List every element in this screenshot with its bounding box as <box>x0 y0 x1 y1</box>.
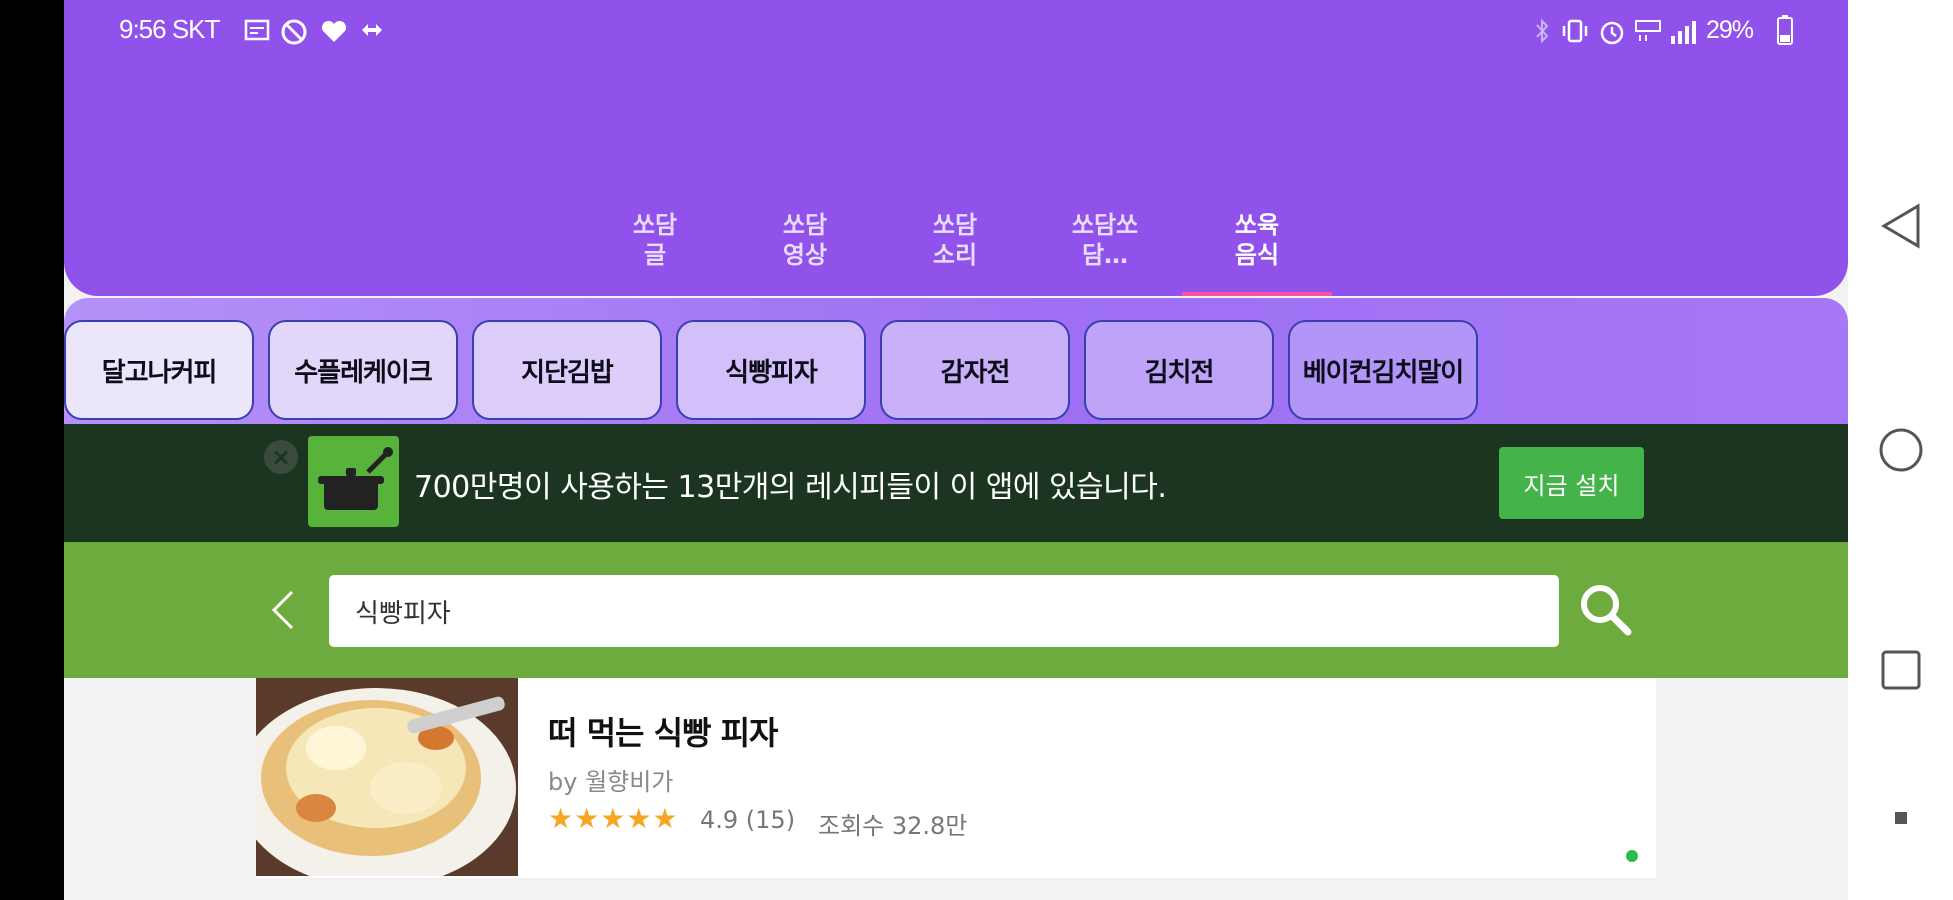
promo-text: 700만명이 사용하는 13만개의 레시피들이 이 앱에 있습니다. <box>414 470 1167 505</box>
tab-label: 쏘담 영상 <box>782 211 828 269</box>
tab-label: 쏘담쏘 담… <box>1071 211 1139 269</box>
chip-label: 베이컨김치말이 <box>1302 357 1464 388</box>
no-disturb-icon <box>281 19 307 45</box>
chip-potato-pancake[interactable]: 감자전 <box>880 320 1070 420</box>
sync-icon <box>362 24 382 36</box>
tab-label: 쏘육 음식 <box>1234 211 1280 269</box>
chip-toast-pizza[interactable]: 식빵피자 <box>676 320 866 420</box>
search-bar <box>64 542 1848 678</box>
tab-ssodam-text[interactable]: 쏘담 글 <box>600 210 710 282</box>
app-screen: 9:56 SKT 29% 쏘담 글 쏘담 영상 쏘담 소리 쏘담쏘 담… 쏘육 … <box>64 0 1848 900</box>
chip-label: 식빵피자 <box>725 357 818 388</box>
recipe-title: 떠 먹는 식빵 피자 <box>548 714 779 752</box>
chip-bacon-kimchi-roll[interactable]: 베이컨김치말이 <box>1288 320 1478 420</box>
battery-icon <box>1777 15 1793 45</box>
tab-ssoyuk-food[interactable]: 쏘육 음식 <box>1202 210 1312 282</box>
install-now-button[interactable]: 지금 설치 <box>1499 447 1644 519</box>
search-icon[interactable] <box>1574 578 1636 640</box>
chip-label: 지단김밥 <box>521 357 614 388</box>
recipe-result-card[interactable]: 떠 먹는 식빵 피자 by 월향비가 ★★★★★ 4.9 (15) 조회수 32… <box>256 678 1656 878</box>
chip-label: 수플레케이크 <box>294 357 433 388</box>
recipe-app-logo <box>308 436 399 527</box>
nav-extra-button[interactable] <box>1848 800 1953 836</box>
status-bar: 9:56 SKT 29% <box>64 0 1848 64</box>
search-input[interactable] <box>329 575 1559 647</box>
message-icon <box>244 19 270 41</box>
tab-ssodam-more[interactable]: 쏘담쏘 담… <box>1050 210 1160 282</box>
tab-ssodam-sound[interactable]: 쏘담 소리 <box>900 210 1010 282</box>
android-navigation-bar <box>1848 0 1953 900</box>
signal-icon <box>1671 21 1696 44</box>
recipe-author: by 월향비가 <box>548 768 674 796</box>
star-rating-icon: ★★★★★ <box>548 802 679 835</box>
app-header: 9:56 SKT 29% 쏘담 글 쏘담 영상 쏘담 소리 쏘담쏘 담… 쏘육 … <box>64 0 1848 296</box>
chip-jidan-gimbap[interactable]: 지단김밥 <box>472 320 662 420</box>
nav-recent-apps-button[interactable] <box>1848 640 1953 700</box>
home-circle-icon <box>1879 428 1922 472</box>
chip-souffle-cake[interactable]: 수플레케이크 <box>268 320 458 420</box>
volte-icon <box>1635 20 1661 41</box>
app-install-banner: × 700만명이 사용하는 13만개의 레시피들이 이 앱에 있습니다. 지금 … <box>64 424 1848 542</box>
new-indicator-dot <box>1626 850 1638 862</box>
tab-label: 쏘담 글 <box>632 211 678 269</box>
tab-ssodam-video[interactable]: 쏘담 영상 <box>750 210 860 282</box>
heart-icon <box>321 20 347 42</box>
nav-home-button[interactable] <box>1848 420 1953 480</box>
bluetooth-icon <box>1536 18 1549 44</box>
nav-back-button[interactable] <box>1848 196 1953 256</box>
chip-kimchi-pancake[interactable]: 김치전 <box>1084 320 1274 420</box>
recipe-thumbnail <box>256 678 518 876</box>
back-triangle-icon <box>1880 203 1919 249</box>
battery-percent: 29% <box>1706 16 1754 44</box>
screen-left-edge <box>0 0 64 900</box>
chip-label: 감자전 <box>940 357 1011 388</box>
view-count: 조회수 32.8만 <box>818 812 968 840</box>
recent-square-icon <box>1881 650 1920 690</box>
pizza-toast-image <box>256 678 518 876</box>
chip-label: 달고나커피 <box>101 357 218 388</box>
alarm-icon <box>1600 21 1624 45</box>
dot-icon <box>1894 812 1907 824</box>
tab-label: 쏘담 소리 <box>932 211 978 269</box>
status-time: 9:56 SKT <box>119 14 220 44</box>
pot-icon <box>318 447 393 510</box>
back-chevron-icon[interactable] <box>264 582 300 638</box>
vibrate-icon <box>1562 19 1588 43</box>
close-icon[interactable]: × <box>264 440 298 474</box>
chip-dalgona-coffee[interactable]: 달고나커피 <box>64 320 254 420</box>
rating-value: 4.9 (15) <box>700 806 796 834</box>
active-tab-indicator <box>1182 292 1332 296</box>
chip-label: 김치전 <box>1144 357 1215 388</box>
recipe-chip-strip: 달고나커피 수플레케이크 지단김밥 식빵피자 감자전 김치전 베이컨김치말이 <box>64 298 1848 424</box>
